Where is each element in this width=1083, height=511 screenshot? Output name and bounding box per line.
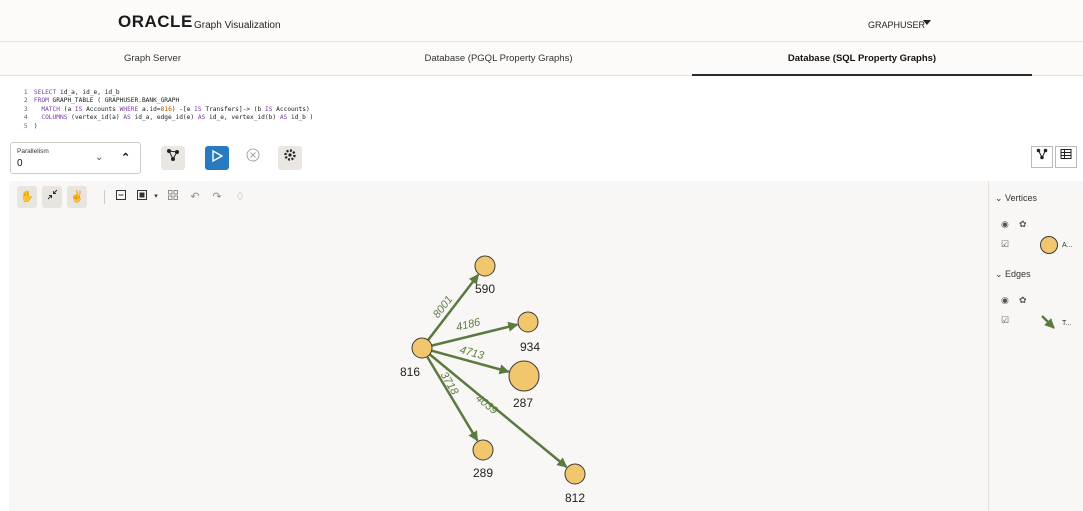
graph-schema-icon (167, 149, 179, 161)
parallelism-label: Parallelism (17, 148, 49, 155)
palette-icon[interactable]: ✿ (1019, 219, 1027, 230)
gear-icon (284, 149, 296, 161)
vertices-label: Vertices (1005, 193, 1038, 203)
checkbox-icon[interactable]: ☑ (1001, 239, 1009, 250)
edges-header[interactable]: ⌄ Edges (995, 269, 1031, 280)
table-icon (1060, 149, 1072, 159)
vertices-header[interactable]: ⌄ Vertices (995, 193, 1037, 204)
edge-label: 3718 (438, 370, 461, 398)
query-toolbar: Parallelism 0 ⌄ ⌃ (0, 138, 1083, 178)
app-title: Graph Visualization (194, 20, 281, 31)
cancel-icon (246, 148, 260, 162)
editor-line: 5) (23, 122, 38, 130)
user-menu-caret-icon[interactable] (923, 20, 931, 25)
vertex-label: 816 (400, 365, 420, 379)
editor-line: 4 COLUMNS (vertex_id(a) AS id_a, edge_id… (23, 114, 314, 122)
palette-icon[interactable]: ✿ (1019, 295, 1027, 306)
increment-icon[interactable]: ⌃ (121, 151, 130, 164)
edge-legend-label: T... (1062, 320, 1072, 327)
edge-label: 4039 (473, 392, 500, 417)
legend-panel: ⌄ Vertices ◉ ✿ ☑ A... ⌄ Edges ◉ ✿ ☑ T... (988, 181, 1083, 511)
graph-visualization[interactable]: 80014186471337184039 816590934287289812 (9, 181, 988, 511)
vertex-label: 287 (513, 396, 533, 410)
vertex-label: 590 (475, 282, 495, 296)
tab-pgql-property-graphs[interactable]: Database (PGQL Property Graphs) (346, 42, 651, 76)
graph-view-icon (1036, 148, 1048, 160)
table-view-button[interactable] (1055, 146, 1077, 168)
checkbox-icon[interactable]: ☑ (1001, 315, 1009, 326)
play-icon (212, 149, 224, 163)
edge-label: 4186 (455, 316, 482, 334)
line-number: 5 (23, 122, 28, 130)
parallelism-value: 0 (17, 158, 23, 169)
oracle-logo: ORACLE (118, 12, 193, 31)
cancel-query-button[interactable] (241, 146, 265, 170)
settings-button[interactable] (278, 146, 302, 170)
tab-sql-property-graphs[interactable]: Database (SQL Property Graphs) (692, 42, 1032, 76)
user-menu[interactable]: GRAPHUSER (868, 20, 925, 30)
tab-graph-server[interactable]: Graph Server (0, 42, 305, 76)
decrement-icon[interactable]: ⌄ (95, 152, 103, 163)
eye-icon[interactable]: ◉ (1001, 295, 1009, 306)
vertex-label: 812 (565, 491, 585, 505)
vertex-legend-swatch (1040, 236, 1058, 254)
graph-edge[interactable] (426, 355, 479, 442)
vertex-label: 934 (520, 340, 540, 354)
graph-edge[interactable] (428, 353, 568, 468)
tab-bar: Graph Server Database (PGQL Property Gra… (0, 42, 1083, 76)
edge-label: 8001 (431, 294, 455, 321)
edge-legend-swatch (1041, 315, 1055, 329)
top-bar: ORACLE Graph Visualization GRAPHUSER (0, 0, 1083, 42)
run-query-button[interactable] (205, 146, 229, 170)
vertex-label: 289 (473, 466, 493, 480)
graph-vertex[interactable] (508, 360, 540, 392)
parallelism-field[interactable]: Parallelism 0 ⌄ ⌃ (10, 142, 141, 174)
graph-vertex[interactable] (472, 439, 494, 461)
graph-view-button[interactable] (1031, 146, 1053, 168)
graph-vertex[interactable] (411, 337, 433, 359)
eye-icon[interactable]: ◉ (1001, 219, 1009, 230)
graph-vertex[interactable] (517, 311, 539, 333)
edges-label: Edges (1005, 269, 1031, 279)
graph-vertex[interactable] (564, 463, 586, 485)
vertex-legend-label: A... (1062, 242, 1073, 249)
graph-vertex[interactable] (474, 255, 496, 277)
graph-schema-button[interactable] (161, 146, 185, 170)
query-editor[interactable]: 1 SELECT id_a, id_e, id_b 2 FROM GRAPH_TAB… (9, 78, 1075, 132)
